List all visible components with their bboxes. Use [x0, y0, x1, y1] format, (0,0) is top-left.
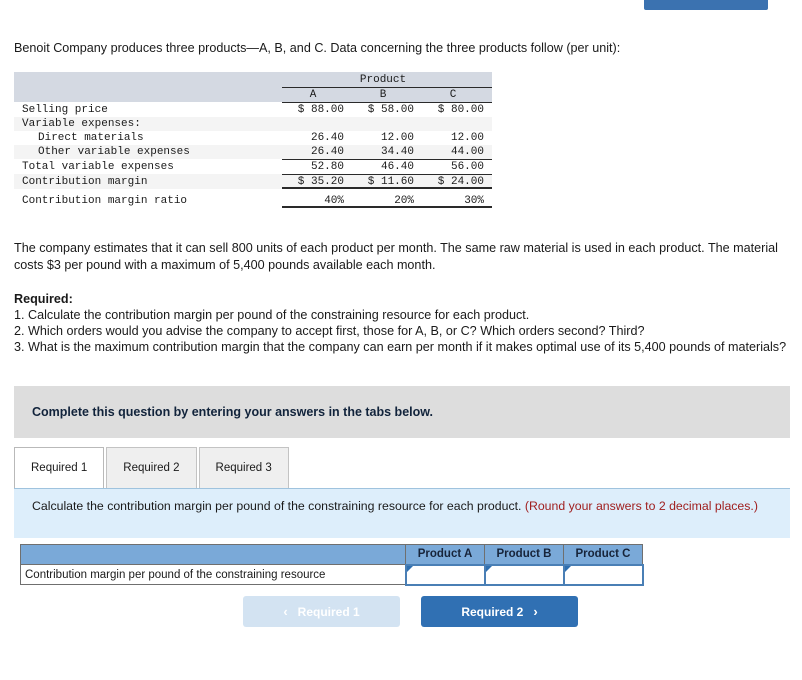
answer-input-product-b[interactable]	[485, 565, 563, 584]
cell-b: 34.40	[352, 144, 422, 159]
top-submit-button[interactable]	[644, 0, 768, 10]
column-header-c: C	[422, 86, 492, 102]
row-label: Variable expenses:	[14, 116, 282, 131]
row-label: Other variable expenses	[14, 144, 282, 159]
cell-b: $ 58.00	[352, 101, 422, 117]
table-row-contribution-margin-ratio: Contribution margin ratio 40% 20% 30%	[14, 189, 492, 208]
cell-c: 12.00	[450, 131, 484, 144]
answer-input-product-a[interactable]	[406, 565, 484, 584]
column-header-a: A	[282, 86, 352, 102]
tab-required-1[interactable]: Required 1	[14, 447, 105, 488]
cell-corner-marker-icon	[406, 565, 413, 572]
requirement-rounding-note: (Round your answers to 2 decimal places.…	[524, 499, 758, 513]
table-row-variable-expenses-header: Variable expenses:	[14, 116, 492, 131]
tab-label: Required 2	[123, 462, 180, 474]
tab-required-2[interactable]: Required 2	[106, 447, 197, 488]
table-row-total-variable-expenses: Total variable expenses 52.80 46.40 56.0…	[14, 158, 492, 174]
required-item-3: 3. What is the maximum contribution marg…	[14, 340, 787, 354]
cell-a: $ 35.20	[282, 173, 352, 189]
table-group-header-row: Product	[14, 72, 492, 87]
answer-header-product-b: Product B	[484, 544, 564, 565]
intro-paragraph: Benoit Company produces three products—A…	[14, 41, 621, 55]
next-requirement-button[interactable]: Required 2 ›	[421, 596, 578, 627]
chevron-left-icon: ‹	[283, 604, 288, 619]
answer-header-blank	[20, 544, 406, 565]
cell-corner-marker-icon	[485, 565, 492, 572]
cell-b: 20%	[352, 189, 422, 208]
row-label: Total variable expenses	[22, 161, 174, 173]
product-data-table: Product A B C Selling price $ 88.00 $ 58…	[14, 72, 492, 208]
chevron-right-icon: ›	[533, 604, 538, 619]
instruction-banner: Complete this question by entering your …	[14, 386, 790, 438]
table-row-other-variable-expenses: Other variable expenses 26.40 34.40 44.0…	[14, 144, 492, 159]
required-heading-text: Required:	[14, 292, 73, 306]
requirement-tabs: Required 1 Required 2 Required 3	[14, 446, 790, 488]
required-heading: Required:	[14, 291, 789, 308]
table-column-header-row: A B C	[14, 86, 492, 102]
cell-b: 46.40	[352, 158, 422, 174]
previous-button-label: Required 1	[297, 604, 360, 619]
answer-row-label: Contribution margin per pound of the con…	[20, 564, 406, 585]
cell-b: $ 11.60	[352, 173, 422, 189]
cell-c: 30%	[422, 189, 492, 208]
previous-requirement-button[interactable]: ‹ Required 1	[243, 596, 400, 627]
group-header-product: Product	[282, 72, 492, 87]
cell-b	[352, 116, 422, 131]
cell-c: $ 80.00	[422, 101, 492, 117]
row-label: Contribution margin ratio	[22, 194, 188, 207]
answer-table-row: Contribution margin per pound of the con…	[20, 563, 644, 586]
cell-c	[422, 116, 492, 131]
table-row-direct-materials: Direct materials 26.40 12.00 12.00	[14, 131, 492, 145]
tab-label: Required 3	[215, 462, 272, 474]
instruction-banner-text: Complete this question by entering your …	[32, 405, 433, 419]
scenario-paragraph: The company estimates that it can sell 8…	[14, 241, 778, 272]
cell-c: 56.00	[422, 158, 492, 174]
next-button-label: Required 2	[461, 604, 524, 619]
answer-table: Product A Product B Product C Contributi…	[20, 544, 644, 586]
question-page: Benoit Company produces three products—A…	[0, 0, 802, 680]
requirement-prompt: Calculate the contribution margin per po…	[32, 499, 522, 513]
requirement-prompt-text: Calculate the contribution margin per po…	[32, 498, 790, 515]
tab-required-3[interactable]: Required 3	[198, 447, 289, 488]
answer-input-product-c[interactable]	[564, 565, 642, 584]
answer-header-product-c: Product C	[563, 544, 643, 565]
column-header-b: B	[352, 86, 422, 102]
row-label: Contribution margin	[14, 174, 282, 189]
answer-cell-product-c[interactable]	[562, 563, 644, 586]
cell-a	[282, 116, 352, 131]
table-row-contribution-margin: Contribution margin $ 35.20 $ 11.60 $ 24…	[14, 173, 492, 189]
row-label: Selling price	[22, 103, 108, 116]
requirement-prompt-panel: Calculate the contribution margin per po…	[14, 488, 790, 538]
cell-a: 52.80	[282, 158, 352, 174]
column-header-spacer	[14, 87, 282, 102]
cell-b: 12.00	[380, 131, 414, 144]
group-header-spacer	[14, 72, 282, 87]
cell-c: $ 24.00	[422, 173, 492, 189]
required-item-2: 2. Which orders would you advise the com…	[14, 324, 645, 338]
table-row-selling-price: Selling price $ 88.00 $ 58.00 $ 80.00	[14, 101, 492, 117]
cell-corner-marker-icon	[564, 565, 571, 572]
answer-table-header-row: Product A Product B Product C	[20, 544, 643, 565]
row-label: Direct materials	[38, 131, 144, 144]
cell-a: 26.40	[310, 131, 344, 144]
tab-label: Required 1	[31, 462, 88, 474]
answer-cell-product-b[interactable]	[483, 563, 565, 586]
cell-a: $ 88.00	[282, 101, 352, 117]
navigation-buttons: ‹ Required 1 Required 2 ›	[243, 596, 578, 627]
answer-header-product-a: Product A	[405, 544, 485, 565]
cell-a: 40%	[282, 189, 352, 208]
required-item-1: 1. Calculate the contribution margin per…	[14, 308, 530, 322]
cell-c: 44.00	[422, 144, 492, 159]
cell-a: 26.40	[282, 144, 352, 159]
answer-cell-product-a[interactable]	[404, 563, 486, 586]
